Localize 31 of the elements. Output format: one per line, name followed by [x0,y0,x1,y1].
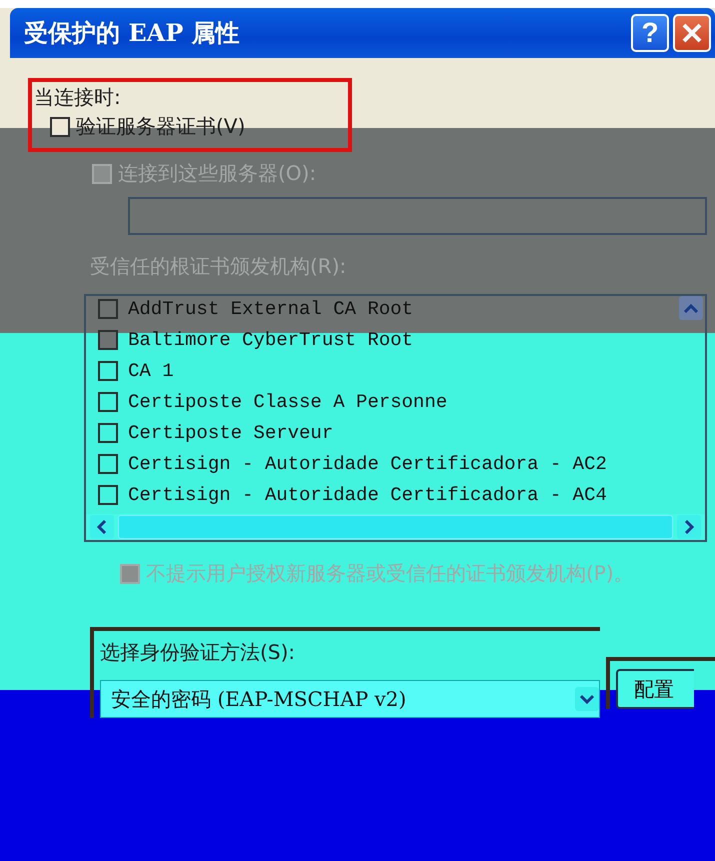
window-title: 受保护的 EAP 属性 [24,17,240,49]
scroll-up-button[interactable] [679,296,703,320]
servers-field[interactable] [128,197,707,235]
certificate-name: Baltimore CyberTrust Root [128,329,414,351]
checkbox-label: 不提示用户授权新服务器或受信任的证书颁发机构(P)。 [146,560,634,587]
close-button[interactable] [673,14,711,52]
certificate-name: AddTrust External CA Root [128,298,414,320]
certificate-name: Certiposte Serveur [128,422,334,444]
configure-button[interactable]: 配置 [616,669,694,709]
certificate-name: Certisign - Autoridade Certificadora - AC2 [128,453,607,475]
scroll-thumb[interactable] [118,515,673,539]
method-label: 选择身份验证方法(S): [100,639,296,666]
certificate-name: CA 1 [128,360,174,382]
checkbox[interactable] [98,299,118,319]
scroll-left-button[interactable] [90,515,114,539]
section-label: 当连接时: [34,84,122,111]
certificate-list[interactable]: AddTrust External CA Root Baltimore CyberTrust Root CA 1 Certiposte Classe A Personne Certiposte Serveur Certisign - Autoridade Certificadora - AC2 Certisign - Autoridade Certificadora - AC4 [84,294,707,542]
help-button[interactable]: ? [631,14,669,52]
certificate-name: Certisign - Autoridade Certificadora - AC4 [128,484,607,506]
checkbox[interactable] [50,116,70,136]
certificate-name: Certiposte Classe A Personne [128,391,448,413]
checkbox[interactable] [98,454,118,474]
method-dropdown[interactable]: 安全的密码 (EAP-MSCHAP v2) [100,680,600,718]
chevron-down-icon [580,694,594,704]
checkbox[interactable] [98,361,118,381]
close-icon [681,22,703,44]
checkbox[interactable] [98,330,118,350]
checkbox[interactable] [98,423,118,443]
checkbox[interactable] [98,392,118,412]
scroll-right-button[interactable] [677,515,701,539]
checkbox[interactable] [98,485,118,505]
